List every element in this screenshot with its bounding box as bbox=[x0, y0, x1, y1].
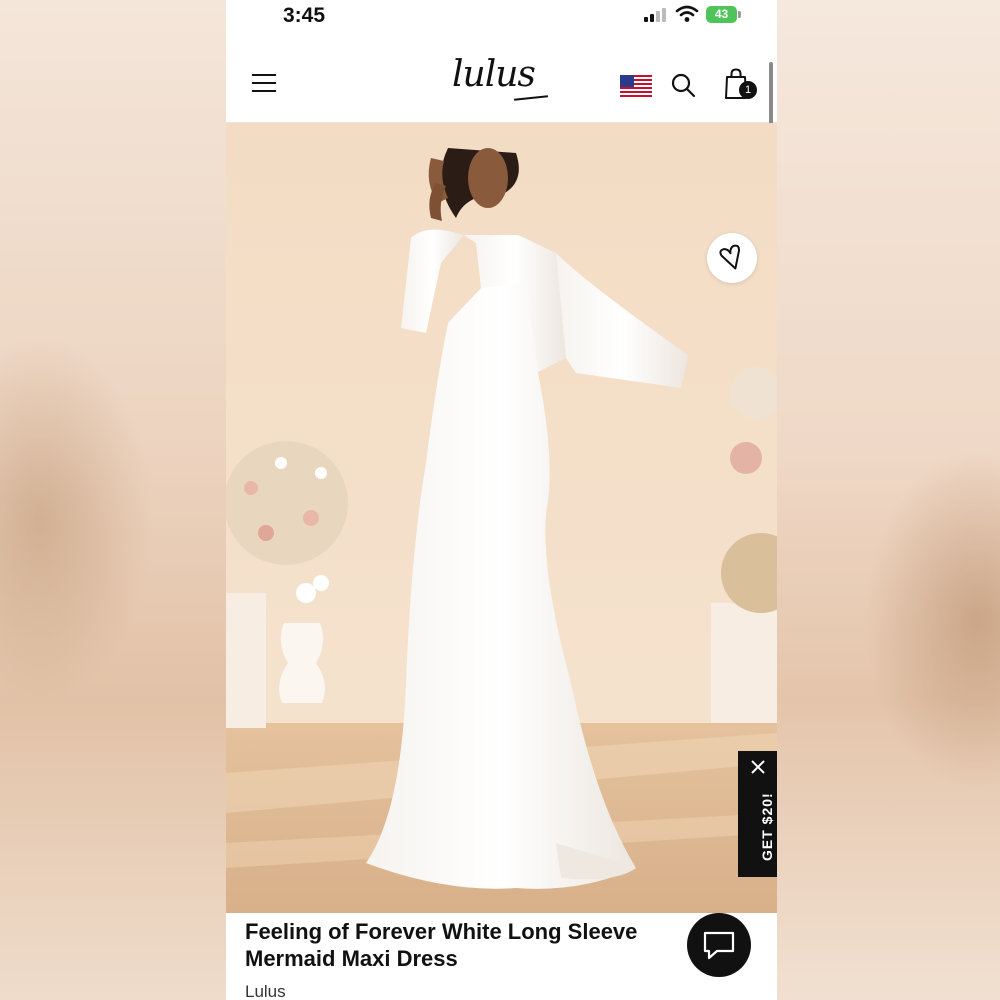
battery-icon: 43 bbox=[706, 6, 737, 23]
cart-count-badge: 1 bbox=[739, 81, 757, 99]
wifi-icon bbox=[675, 5, 699, 23]
menu-icon[interactable] bbox=[252, 74, 276, 93]
signal-icon bbox=[644, 8, 670, 22]
close-icon[interactable] bbox=[751, 760, 765, 774]
heart-icon bbox=[719, 244, 741, 270]
search-icon[interactable] bbox=[670, 72, 696, 98]
chat-button[interactable] bbox=[687, 913, 751, 977]
status-time: 3:45 bbox=[283, 4, 326, 27]
status-bar: 3:45 43 bbox=[226, 0, 777, 34]
logo-flourish bbox=[513, 95, 549, 101]
promo-label[interactable]: GET $20! bbox=[759, 792, 775, 861]
site-header: lulus 1 bbox=[226, 40, 777, 123]
product-title: Feeling of Forever White Long Sleeve Mer… bbox=[245, 919, 638, 971]
lulus-logo[interactable]: lulus bbox=[452, 54, 536, 95]
battery-tip bbox=[738, 11, 741, 18]
blurred-background-left bbox=[0, 0, 226, 1000]
blurred-background-right bbox=[777, 0, 1000, 1000]
phone-screen: 3:45 43 lulus 1 GET $20! Feeling of Fore… bbox=[226, 0, 777, 1000]
product-image[interactable] bbox=[226, 123, 777, 913]
chat-bubble-icon bbox=[703, 931, 735, 960]
wishlist-button[interactable] bbox=[707, 233, 757, 283]
us-flag-icon[interactable] bbox=[620, 75, 652, 99]
promo-tab[interactable]: GET $20! bbox=[738, 751, 777, 877]
product-brand[interactable]: Lulus bbox=[245, 982, 286, 1000]
